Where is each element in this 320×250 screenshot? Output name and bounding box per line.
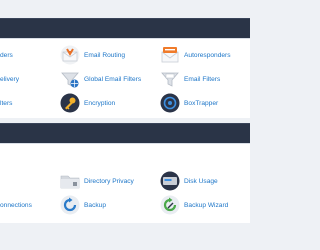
files-item-backup[interactable]: Backup [60, 194, 106, 216]
section-divider [0, 143, 250, 144]
section-divider [0, 38, 250, 39]
item-label: Email Routing [84, 51, 126, 59]
email-item-email-filters[interactable]: Email Filters [160, 68, 220, 90]
email-item-filters[interactable]: lters [0, 92, 40, 114]
files-section: Directory Privacy Disk Usage onnections … [0, 123, 250, 223]
item-label: Backup Wizard [184, 201, 229, 209]
files-item-backup-wizard[interactable]: Backup Wizard [160, 194, 228, 216]
email-item-global-email-filters[interactable]: Global Email Filters [60, 68, 141, 90]
email-item-email-routing[interactable]: Email Routing [60, 44, 125, 66]
boxtrapper-icon [160, 93, 180, 113]
email-item-autoresponders[interactable]: Autoresponders [160, 44, 231, 66]
item-label: Directory Privacy [84, 177, 134, 185]
item-label: Encryption [84, 99, 116, 107]
item-label: onnections [0, 201, 32, 209]
email-filters-icon [160, 69, 180, 89]
files-item-connections[interactable]: onnections [0, 194, 40, 216]
item-label: ders [0, 51, 13, 59]
item-label: Disk Usage [184, 177, 218, 185]
email-item-track-delivery[interactable]: elivery [0, 68, 40, 90]
item-label: Autoresponders [184, 51, 231, 59]
email-item-boxtrapper[interactable]: BoxTrapper [160, 92, 218, 114]
files-item-disk-usage[interactable]: Disk Usage [160, 170, 218, 192]
encryption-key-icon [60, 93, 80, 113]
email-item-forwarders[interactable]: ders [0, 44, 40, 66]
backup-icon [60, 195, 80, 215]
global-email-filters-icon [60, 69, 80, 89]
disk-usage-icon [160, 171, 180, 191]
files-section-header[interactable] [0, 123, 250, 144]
item-label: elivery [0, 75, 20, 83]
item-label: Global Email Filters [84, 75, 142, 83]
email-section-header[interactable] [0, 18, 250, 39]
email-section: ders Email Routing Autoresponders eliver… [0, 18, 250, 118]
item-label: Backup [84, 201, 106, 209]
item-label: Email Filters [184, 75, 221, 83]
email-item-encryption[interactable]: Encryption [60, 92, 115, 114]
directory-privacy-icon [60, 171, 80, 191]
email-routing-icon [60, 45, 80, 65]
item-label: lters [0, 99, 13, 107]
files-item-directory-privacy[interactable]: Directory Privacy [60, 170, 134, 192]
page-background [0, 226, 250, 250]
item-label: BoxTrapper [184, 99, 219, 107]
backup-wizard-icon [160, 195, 180, 215]
autoresponders-icon [160, 45, 180, 65]
